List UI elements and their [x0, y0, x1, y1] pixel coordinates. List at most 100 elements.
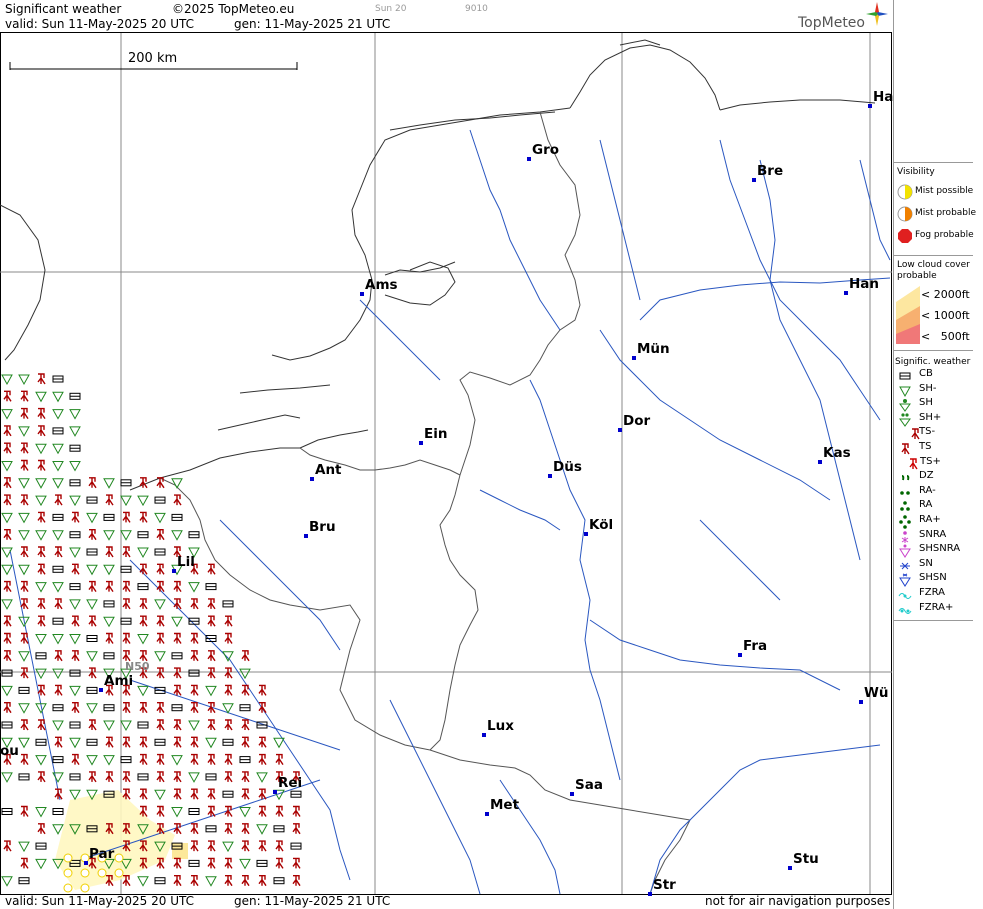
cb-icon: [154, 496, 166, 504]
sh-light-icon: [137, 634, 149, 645]
visibility-swatch-icon: [897, 184, 913, 200]
city-marker: [548, 474, 552, 478]
freezing-rain-heavy-icon: [898, 607, 912, 614]
cb-icon: [137, 583, 149, 591]
city-label: Str: [648, 877, 676, 896]
cb-icon: [239, 756, 251, 764]
sigwx-label: CB: [919, 368, 933, 379]
city-name: Ha: [873, 89, 894, 105]
sh-light-icon: [35, 634, 47, 645]
sh-light-icon: [52, 443, 64, 455]
city-name: Ant: [315, 462, 342, 478]
city-name: Fra: [743, 638, 768, 654]
sh-light-icon: [35, 391, 47, 403]
cb-icon: [52, 427, 64, 435]
sh-light-icon: [103, 530, 115, 541]
sh-light-icon: [52, 391, 64, 403]
city-name: Düs: [553, 459, 582, 475]
cb-icon: [18, 877, 30, 885]
sh-light-icon: [171, 807, 183, 818]
cb-icon: [52, 808, 64, 815]
drizzle-icon: [901, 475, 910, 481]
sh-light-icon: [52, 478, 64, 489]
cb-icon: [35, 842, 47, 850]
ts-icon: [173, 580, 182, 592]
ts-icon: [139, 753, 148, 765]
ts-icon: [156, 719, 165, 731]
ts-icon: [20, 805, 29, 817]
cb-icon: [86, 548, 98, 556]
cb-icon: [171, 652, 183, 660]
topmeteo-logo-text: TopMeteo: [798, 15, 865, 31]
map-canvas: [0, 32, 892, 895]
snow-rain-shower-icon: [899, 544, 911, 559]
cb-icon: [1, 808, 13, 815]
ts-icon: [292, 875, 301, 887]
city-name: Lil: [177, 554, 195, 570]
ts-icon: [258, 684, 267, 696]
ts-icon: [224, 667, 233, 679]
ts-icon: [275, 753, 284, 765]
ts-icon: [224, 719, 233, 731]
sh-light-icon: [52, 409, 64, 420]
cb-icon: [52, 513, 64, 521]
ts-icon: [71, 753, 80, 765]
ts-icon: [156, 632, 165, 644]
ts-icon: [207, 667, 216, 679]
sh-light-icon: [103, 478, 115, 489]
city-marker: [570, 792, 574, 796]
ts-icon: [71, 702, 80, 714]
sh-light-icon: [1, 409, 13, 420]
cb-icon: [35, 738, 47, 746]
sigwx-label: SN: [919, 557, 933, 569]
ts-icon: [207, 753, 216, 765]
ts-icon: [88, 771, 97, 783]
ts-icon: [173, 632, 182, 644]
visibility-label: Mist probable: [915, 208, 977, 218]
sh-light-icon: [69, 409, 81, 420]
cb-icon: [137, 721, 149, 729]
ts-icon: [37, 546, 46, 558]
city-label: Ant: [310, 462, 342, 481]
sh-light-icon: [18, 530, 30, 541]
ts-icon: [37, 407, 46, 419]
cb-icon: [188, 531, 200, 539]
low-cloud-label: < 2000ft: [921, 288, 970, 301]
ts-icon: [139, 477, 148, 489]
city-name: Lux: [487, 718, 514, 734]
mist-possible-icon: [114, 868, 124, 878]
ts-icon: [156, 529, 165, 541]
ts-icon: [241, 650, 250, 662]
city-label: Bru: [304, 519, 336, 538]
ts-icon: [37, 563, 46, 575]
sigwx-label: FZRA+: [919, 601, 954, 613]
compass-logo-icon: [866, 2, 888, 26]
ts-icon: [3, 632, 12, 644]
ts-icon: [258, 736, 267, 748]
sigwx-label: TS+: [920, 455, 941, 467]
sh-light-icon: [69, 599, 81, 610]
city-marker: [632, 356, 636, 360]
city-name: Han: [849, 276, 880, 292]
cb-icon: [69, 583, 81, 591]
ts-icon: [122, 702, 131, 714]
ts-icon: [173, 494, 182, 506]
ts-icon: [20, 546, 29, 558]
ts-icon: [224, 632, 233, 644]
ts-icon: [37, 511, 46, 523]
ts-icon: [207, 563, 216, 575]
city-name: Wü: [864, 685, 889, 701]
sh-light-icon: [103, 564, 115, 576]
city-name: Rei: [278, 775, 303, 791]
cb-icon: [137, 773, 149, 781]
ts-icon: [207, 615, 216, 627]
ts-icon: [241, 840, 250, 852]
sh-light-icon: [154, 599, 166, 610]
sh-light-icon: [69, 547, 81, 559]
sh-light-icon: [188, 720, 200, 732]
city-name: Ams: [365, 277, 398, 293]
city-label: Düs: [548, 459, 582, 478]
sh-light-icon: [18, 737, 30, 749]
rain-light-icon: [900, 490, 910, 495]
ts-icon: [224, 615, 233, 627]
